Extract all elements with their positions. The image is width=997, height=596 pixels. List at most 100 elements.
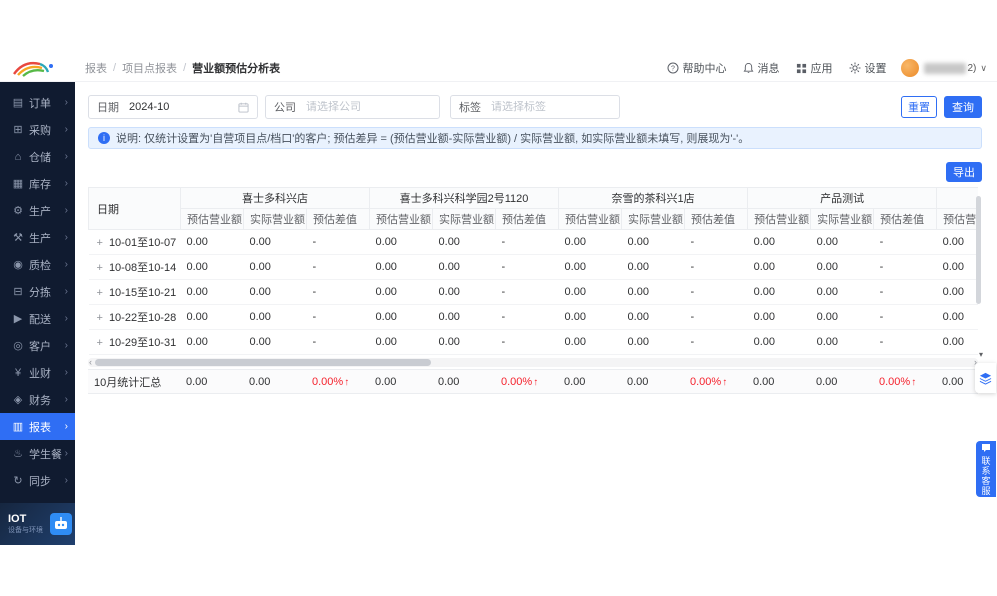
app-logo[interactable] <box>0 58 75 78</box>
date-cell: +10-29至10-31 <box>88 329 181 355</box>
breadcrumb-item[interactable]: 项目点报表 <box>122 60 177 76</box>
warehouse-icon: ⌂ <box>14 150 22 163</box>
tag-filter[interactable]: 标签 <box>450 95 620 119</box>
value-cell: 0.00 <box>558 279 622 305</box>
contact-support-button[interactable]: 联系客服 <box>976 441 996 497</box>
breadcrumb-separator: / <box>113 62 117 74</box>
report-icon: ▥ <box>12 421 24 433</box>
summary-table: 10月统计汇总 0.00 0.00 0.00%↑ 0.00 0.00 0.00%↑ 0.00 0… <box>88 369 978 394</box>
date-cell: +10-15至10-21 <box>88 279 181 305</box>
vertical-scroll-thumb[interactable] <box>976 196 981 304</box>
value-cell: 0.00 <box>369 254 433 280</box>
summary-value-cell: 0.00 <box>810 369 873 394</box>
table-row: +10-08至10-14 0.00 0.00-0.00 0.00-0.00 0.00-0… <box>88 254 978 280</box>
expand-icon[interactable]: + <box>97 262 103 274</box>
sidebar-item-order[interactable]: ▤ 订单 › <box>0 89 75 116</box>
sidebar-item-warehouse[interactable]: ⌂ 仓储 › <box>0 143 75 170</box>
value-cell: 0.00 <box>936 304 978 330</box>
sidebar-item-customer[interactable]: ◎ 客户 › <box>0 332 75 359</box>
sorting-icon: ⊟ <box>13 286 23 298</box>
topbar-item-bell[interactable]: 消息 <box>743 60 780 76</box>
company-input[interactable] <box>306 101 431 113</box>
layers-float-button[interactable] <box>975 363 996 393</box>
production2-icon: ⚒ <box>13 232 23 244</box>
vertical-scrollbar[interactable] <box>976 190 981 350</box>
help-circle-icon: ? <box>667 62 679 74</box>
query-button[interactable]: 查询 <box>944 96 982 118</box>
sidebar-item-purchase[interactable]: ⊞ 采购 › <box>0 116 75 143</box>
value-cell: - <box>495 279 559 305</box>
value-cell: 0.00 <box>747 279 811 305</box>
value-cell: 0.00 <box>747 229 811 255</box>
date-input[interactable] <box>129 101 234 113</box>
summary-value-cell: 0.00 <box>243 369 306 394</box>
scroll-left-icon[interactable]: ‹ <box>89 357 92 367</box>
horizontal-scrollbar[interactable]: ‹ › <box>88 357 978 367</box>
tag-filter-label: 标签 <box>459 102 481 114</box>
sidebar-item-meal[interactable]: ♨ 学生餐 › <box>0 440 75 467</box>
sidebar-item-report[interactable]: ▥ 报表 › <box>0 413 75 440</box>
avatar[interactable] <box>900 59 919 77</box>
sidebar-item-delivery[interactable]: ▶ 配送 › <box>0 305 75 332</box>
topbar-item-help-circle[interactable]: ? 帮助中心 <box>667 60 727 76</box>
chevron-right-icon: › <box>64 286 68 297</box>
value-cell: 0.00 <box>936 279 978 305</box>
iot-panel[interactable]: IOT 设备与环境 <box>0 503 75 545</box>
value-cell: 0.00 <box>558 254 622 280</box>
value-cell: 0.00 <box>558 229 622 255</box>
app-window: 报表 / 项目点报表 / 营业额预估分析表 ? 帮助中心 消息 应用 设置 2) ∨ <box>0 0 997 596</box>
chevron-right-icon: › <box>64 340 68 351</box>
date-filter[interactable]: 日期 <box>88 95 258 119</box>
sidebar-item-production2[interactable]: ⚒ 生产 › <box>0 224 75 251</box>
user-menu[interactable]: 2) ∨ <box>900 59 987 77</box>
expand-icon[interactable]: + <box>97 312 103 324</box>
breadcrumb-separator: / <box>183 62 187 74</box>
date-cell: +10-22至10-28 <box>88 304 181 330</box>
sidebar-item-sync[interactable]: ↻ 同步 › <box>0 467 75 494</box>
group-header-0: 喜士多科兴店 <box>179 187 371 209</box>
sub-column-header: 实际营业额 <box>621 208 686 230</box>
company-filter[interactable]: 公司 <box>265 95 440 119</box>
value-cell: - <box>495 329 559 355</box>
scroll-down-icon[interactable]: ▾ <box>979 350 983 359</box>
summary-value-cell: 0.00 <box>747 369 810 394</box>
value-cell: 0.00 <box>747 304 811 330</box>
value-cell: 0.00 <box>810 279 874 305</box>
value-cell: 0.00 <box>810 329 874 355</box>
inventory-icon: ▦ <box>12 178 24 190</box>
expand-icon[interactable]: + <box>97 237 103 249</box>
sidebar-item-quality[interactable]: ◉ 质检 › <box>0 251 75 278</box>
iot-device-icon <box>50 513 72 535</box>
quality-icon: ◉ <box>13 259 23 271</box>
value-cell: 0.00 <box>243 229 307 255</box>
reset-button[interactable]: 重置 <box>901 96 937 118</box>
chevron-right-icon: › <box>64 232 68 243</box>
export-button[interactable]: 导出 <box>946 162 982 182</box>
sidebar-item-production[interactable]: ⚙ 生产 › <box>0 197 75 224</box>
group-header-1: 喜士多科兴科学园2号1120 <box>369 187 560 209</box>
sub-column-header: 预估营业额 <box>369 208 434 230</box>
topbar: 报表 / 项目点报表 / 营业额预估分析表 ? 帮助中心 消息 应用 设置 2) ∨ <box>0 55 997 82</box>
sidebar-item-inventory[interactable]: ▦ 库存 › <box>0 170 75 197</box>
sub-column-header: 预估差值 <box>495 208 560 230</box>
summary-row: 10月统计汇总 0.00 0.00 0.00%↑ 0.00 0.00 0.00%↑ 0.00 0… <box>88 369 978 394</box>
sidebar-item-bizfinance[interactable]: ¥ 业财 › <box>0 359 75 386</box>
value-cell: 0.00 <box>810 229 874 255</box>
expand-icon[interactable]: + <box>97 287 103 299</box>
tag-input[interactable] <box>491 101 611 113</box>
value-cell: 0.00 <box>621 229 685 255</box>
topbar-item-grid[interactable]: 应用 <box>796 60 833 76</box>
breadcrumb-item[interactable]: 营业额预估分析表 <box>192 60 280 76</box>
summary-value-cell: 0.00 <box>180 369 243 394</box>
sidebar-item-finance[interactable]: ◈ 财务 › <box>0 386 75 413</box>
expand-icon[interactable]: + <box>97 337 103 349</box>
breadcrumb-item[interactable]: 报表 <box>85 60 107 76</box>
value-cell: 0.00 <box>369 229 433 255</box>
topbar-item-gear[interactable]: 设置 <box>849 60 887 76</box>
horizontal-scroll-thumb[interactable] <box>95 359 431 366</box>
table-row: +10-29至10-31 0.00 0.00-0.00 0.00-0.00 0.00-0… <box>88 329 978 355</box>
delivery-icon: ▶ <box>13 313 23 325</box>
sidebar-item-sorting[interactable]: ⊟ 分拣 › <box>0 278 75 305</box>
sidebar: ▤ 订单 › ⊞ 采购 › ⌂ 仓储 › ▦ 库存 › ⚙ 生产 › ⚒ 生产 … <box>0 82 75 545</box>
value-cell: 0.00 <box>810 304 874 330</box>
